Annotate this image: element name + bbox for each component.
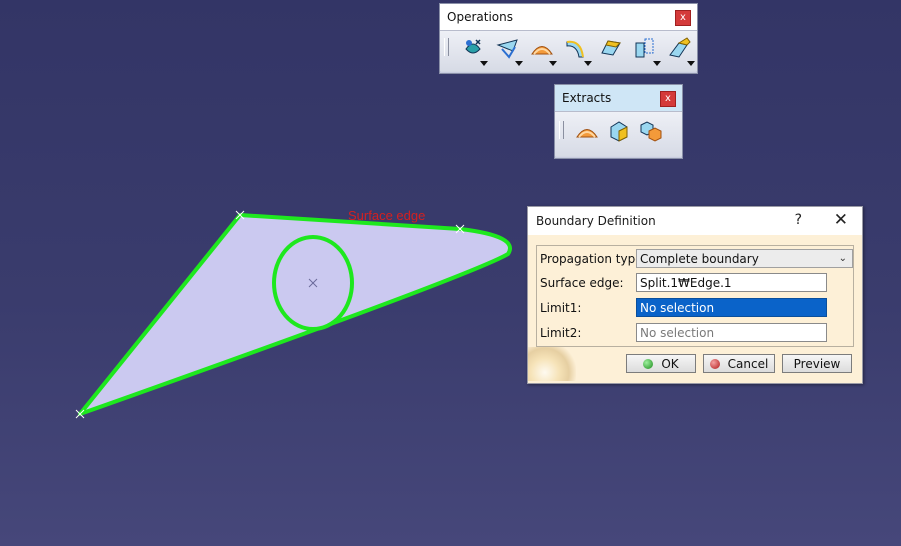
close-icon[interactable]: ✕ <box>834 210 848 230</box>
healing-button[interactable] <box>490 33 524 69</box>
boundary-button[interactable] <box>525 33 559 69</box>
join-button[interactable] <box>456 33 490 69</box>
surface-edge-field[interactable]: Split.1₩Edge.1 <box>636 273 827 292</box>
extract-boundary-button[interactable] <box>571 116 603 152</box>
preview-button[interactable]: Preview <box>782 354 852 373</box>
boundary-icon <box>576 129 598 138</box>
limit1-label: Limit1: <box>540 301 582 315</box>
multiple-extract-icon <box>640 121 662 142</box>
cancel-button[interactable]: Cancel <box>703 354 775 373</box>
join-icon <box>465 39 481 54</box>
surface-edge-label: Surface edge: <box>540 276 624 290</box>
ok-button[interactable]: OK <box>626 354 696 373</box>
operations-toolbar-title[interactable]: Operations x <box>440 4 697 31</box>
limit2-label: Limit2: <box>540 326 582 340</box>
catia-logo-orb <box>528 347 576 381</box>
ok-icon <box>643 358 654 369</box>
boundary-definition-dialog: Boundary Definition ? ✕ Propagation type… <box>527 206 863 384</box>
limit1-field[interactable]: No selection <box>636 298 827 317</box>
surface-edge-annotation: Surface edge <box>348 208 425 223</box>
preview-label: Preview <box>793 356 841 371</box>
propagation-type-value: Complete boundary <box>640 252 759 266</box>
translate-button[interactable] <box>628 33 662 69</box>
propagation-type-label: Propagation type: <box>540 252 647 266</box>
limit2-field[interactable]: No selection <box>636 323 827 342</box>
boundary-icon <box>531 46 553 55</box>
close-icon[interactable]: x <box>660 91 676 107</box>
toolbar-grip[interactable] <box>559 121 564 139</box>
extract-icon <box>610 121 628 142</box>
healing-icon <box>496 39 518 59</box>
operations-toolbar: Operations x <box>439 3 698 74</box>
dialog-title: Boundary Definition <box>536 214 656 228</box>
definition-form: Propagation type: Complete boundary ⌄ Su… <box>536 245 854 347</box>
cancel-icon <box>709 358 720 369</box>
multiple-extract-button[interactable] <box>635 116 667 152</box>
extracts-title: Extracts <box>562 91 612 105</box>
extrapolate-button[interactable] <box>663 33 697 69</box>
translate-icon <box>635 38 654 58</box>
close-icon[interactable]: x <box>675 10 691 26</box>
dialog-title-bar[interactable]: Boundary Definition ? ✕ <box>528 207 862 235</box>
operations-title: Operations <box>447 10 513 24</box>
fillet-button[interactable] <box>559 33 593 69</box>
fillet-icon <box>566 40 585 58</box>
propagation-type-select[interactable]: Complete boundary ⌄ <box>636 249 853 268</box>
cancel-label: Cancel <box>727 356 769 371</box>
ok-label: OK <box>661 356 679 371</box>
split-button[interactable] <box>594 33 628 69</box>
split-icon <box>601 40 621 56</box>
extrapolate-icon <box>668 37 691 58</box>
extracts-toolbar: Extracts x <box>554 84 683 159</box>
toolbar-grip[interactable] <box>444 38 449 56</box>
help-icon[interactable]: ? <box>795 212 802 228</box>
extracts-toolbar-title[interactable]: Extracts x <box>555 85 682 112</box>
extract-button[interactable] <box>603 116 635 152</box>
chevron-down-icon: ⌄ <box>838 253 847 264</box>
